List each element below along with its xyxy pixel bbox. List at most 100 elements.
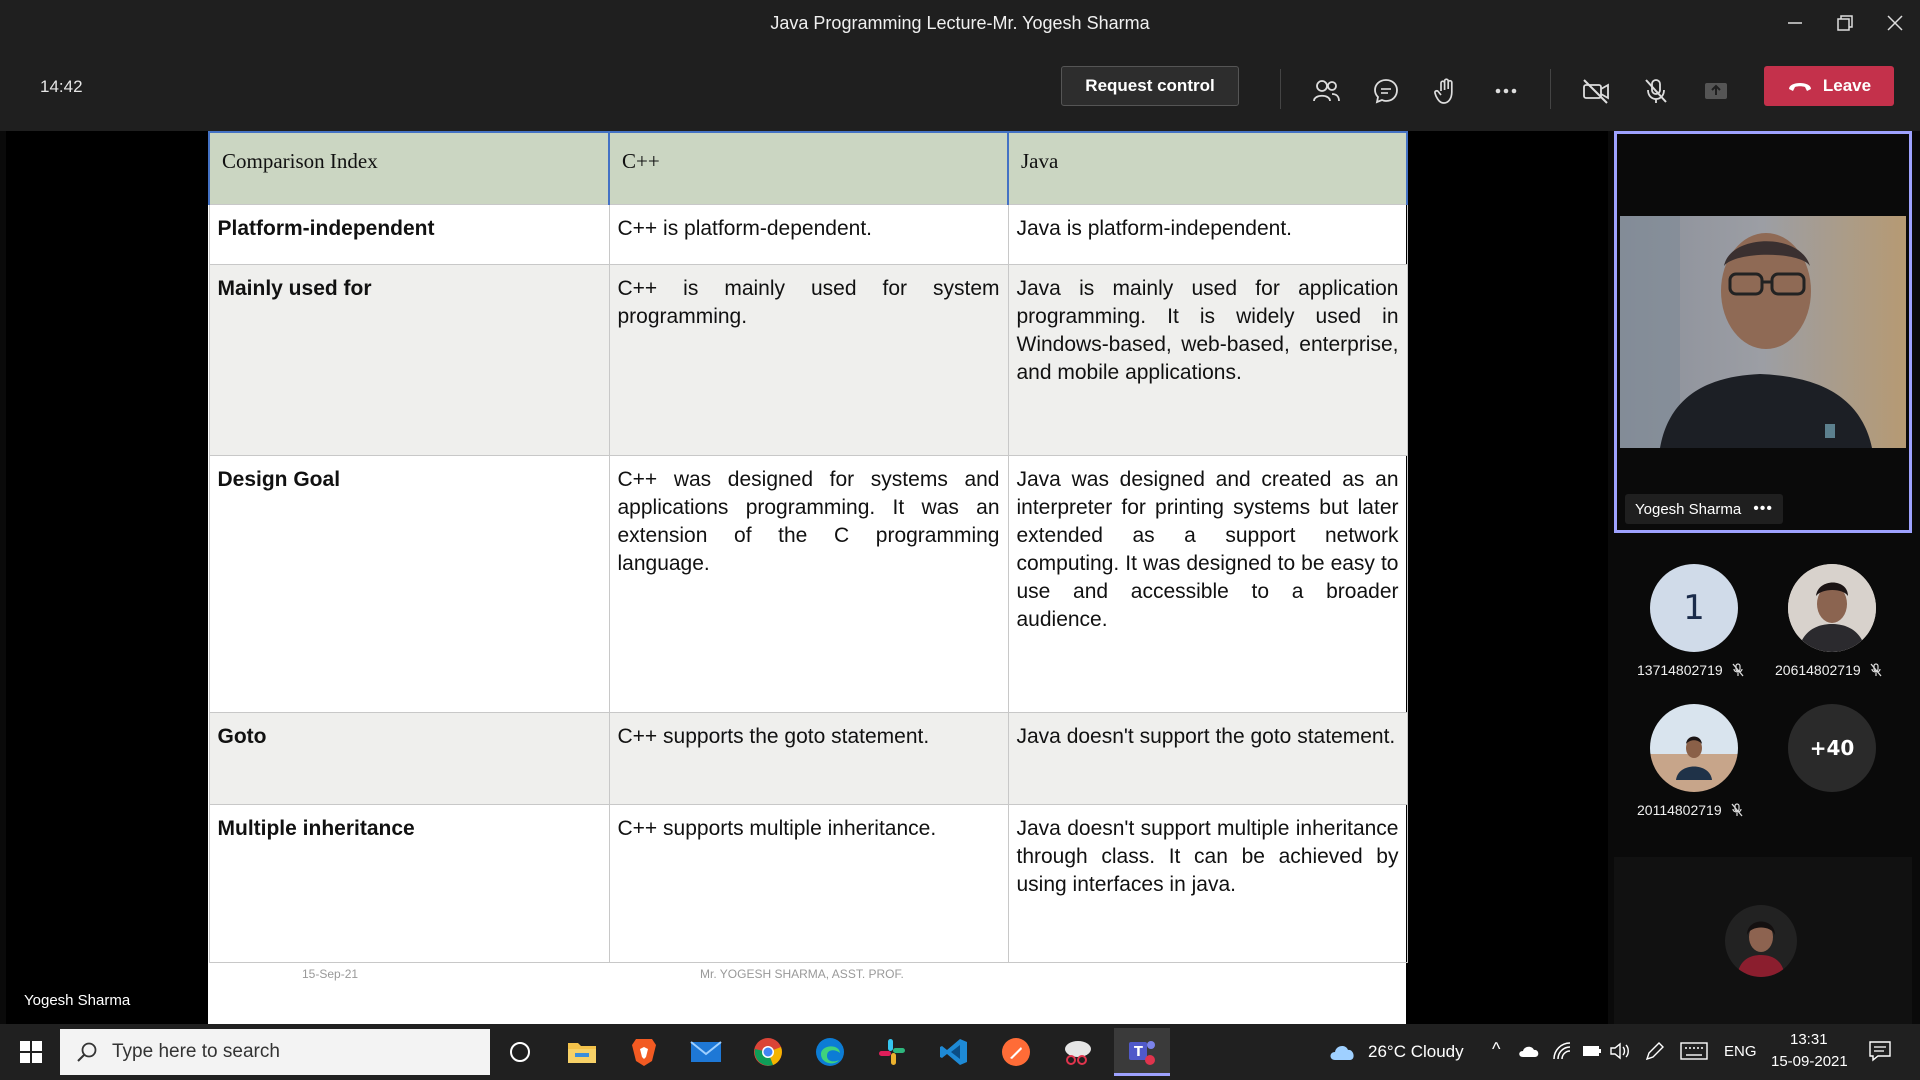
chrome-icon[interactable]	[742, 1028, 794, 1076]
meeting-timer: 14:42	[40, 77, 83, 96]
row-cpp-cell: C++ is mainly used for system programmin…	[608, 263, 1009, 456]
mic-off-icon[interactable]	[1636, 71, 1676, 111]
row-cpp-cell: C++ is platform-dependent.	[608, 203, 1009, 265]
taskbar-search-input[interactable]: Type here to search	[60, 1029, 490, 1075]
table-row: Multiple inheritance C++ supports multip…	[208, 803, 1408, 963]
more-participants-button[interactable]: +40	[1788, 704, 1876, 792]
vscode-icon[interactable]	[928, 1028, 980, 1076]
table-header-row: Comparison Index C++ Java	[208, 131, 1408, 205]
row-cpp-cell: C++ supports multiple inheritance.	[608, 803, 1009, 963]
table-row: Design Goal C++ was designed for systems…	[208, 454, 1408, 713]
language-indicator[interactable]: ENG	[1724, 1043, 1757, 1060]
meeting-toolbar: 14:42 Request control Leave	[0, 49, 1920, 131]
avatar-initial: 1	[1683, 588, 1705, 628]
clock-time[interactable]: 13:31	[1790, 1031, 1828, 1048]
participant-video	[1620, 216, 1906, 448]
leave-button[interactable]: Leave	[1764, 66, 1894, 106]
header-cpp: C++	[608, 131, 1009, 205]
close-icon[interactable]	[1875, 8, 1915, 38]
participant-avatar	[1725, 905, 1797, 977]
speaker-icon[interactable]	[1610, 1042, 1632, 1060]
table-row: Mainly used for C++ is mainly used for s…	[208, 263, 1408, 456]
task-view-icon[interactable]	[494, 1028, 546, 1076]
row-java-cell: Java was designed and created as an inte…	[1007, 454, 1408, 713]
table-row: Goto C++ supports the goto statement. Ja…	[208, 711, 1408, 805]
phone-hangup-icon	[1788, 83, 1811, 91]
title-bar: Java Programming Lecture-Mr. Yogesh Shar…	[0, 0, 1920, 49]
row-index-cell: Goto	[208, 711, 610, 805]
snipping-tool-icon[interactable]	[1052, 1028, 1104, 1076]
shared-slide: Comparison Index C++ Java Platform-indep…	[208, 131, 1408, 1024]
file-explorer-icon[interactable]	[556, 1028, 608, 1076]
battery-icon[interactable]	[1582, 1044, 1602, 1058]
participant-name: 13714802719	[1637, 662, 1745, 678]
row-java-cell: Java doesn't support the goto statement.	[1007, 711, 1408, 805]
participant-name-text: 20614802719	[1775, 662, 1861, 678]
participant-name-text: 13714802719	[1637, 662, 1723, 678]
more-icon[interactable]	[1486, 71, 1526, 111]
featured-participant-name: Yogesh Sharma	[1635, 500, 1742, 518]
wifi-icon[interactable]	[1552, 1041, 1572, 1061]
brave-icon[interactable]	[618, 1028, 670, 1076]
participant-name-text: 20114802719	[1637, 802, 1722, 818]
row-index-cell: Multiple inheritance	[208, 803, 610, 963]
more-participants-count: +40	[1809, 736, 1855, 760]
restore-icon[interactable]	[1825, 8, 1865, 38]
raise-hand-icon[interactable]	[1426, 71, 1466, 111]
teams-icon[interactable]: T	[1114, 1028, 1170, 1076]
more-icon[interactable]: •••	[1753, 500, 1773, 518]
participant-avatar[interactable]: 1	[1650, 564, 1738, 652]
slide-footer-author: Mr. YOGESH SHARMA, ASST. PROF.	[700, 967, 904, 981]
windows-start-icon[interactable]	[10, 1032, 52, 1072]
notifications-icon[interactable]	[1868, 1040, 1892, 1062]
onedrive-icon[interactable]	[1518, 1044, 1540, 1058]
pen-icon[interactable]	[1644, 1040, 1666, 1062]
row-cpp-cell: C++ supports the goto statement.	[608, 711, 1009, 805]
row-index-cell: Mainly used for	[208, 263, 610, 456]
mic-off-icon	[1731, 803, 1743, 817]
share-icon[interactable]	[1696, 71, 1736, 111]
row-cpp-cell: C++ was designed for systems and applica…	[608, 454, 1009, 713]
row-java-cell: Java doesn't support multiple inheritanc…	[1007, 803, 1408, 963]
participant-tile[interactable]	[1614, 857, 1912, 1024]
row-java-cell: Java is mainly used for application prog…	[1007, 263, 1408, 456]
mic-off-icon	[1870, 663, 1882, 677]
table-row: Platform-independent C++ is platform-dep…	[208, 203, 1408, 265]
search-placeholder: Type here to search	[112, 1041, 280, 1062]
weather-text[interactable]: 26°C Cloudy	[1368, 1042, 1464, 1062]
windows-taskbar: Type here to search T 26°C Cloudy ^ ENG …	[0, 1024, 1920, 1080]
request-control-button[interactable]: Request control	[1061, 66, 1239, 106]
header-java: Java	[1007, 131, 1408, 205]
weather-cloud-icon	[1330, 1046, 1354, 1060]
chat-icon[interactable]	[1366, 71, 1406, 111]
row-index-cell: Platform-independent	[208, 203, 610, 265]
mic-off-icon	[1732, 663, 1744, 677]
chevron-up-icon[interactable]: ^	[1492, 1039, 1500, 1060]
postman-icon[interactable]	[990, 1028, 1042, 1076]
header-comparison-index: Comparison Index	[208, 131, 610, 205]
minimize-icon[interactable]	[1775, 8, 1815, 38]
participant-avatar[interactable]	[1788, 564, 1876, 652]
window-title: Java Programming Lecture-Mr. Yogesh Shar…	[770, 13, 1150, 33]
featured-participant-label: Yogesh Sharma •••	[1625, 494, 1783, 524]
edge-icon[interactable]	[804, 1028, 856, 1076]
mail-icon[interactable]	[680, 1028, 732, 1076]
keyboard-icon[interactable]	[1680, 1042, 1708, 1060]
slide-footer-date: 15-Sep-21	[302, 967, 359, 981]
featured-participant-tile[interactable]: Yogesh Sharma •••	[1614, 131, 1912, 533]
leave-label: Leave	[1822, 76, 1872, 95]
slack-icon[interactable]	[866, 1028, 918, 1076]
participant-avatar[interactable]	[1650, 704, 1738, 792]
row-java-cell: Java is platform-independent.	[1007, 203, 1408, 265]
participant-name: 20114802719	[1637, 802, 1744, 818]
toolbar-divider	[1550, 69, 1551, 109]
slide-footer: 15-Sep-21 Mr. YOGESH SHARMA, ASST. PROF.	[208, 963, 1406, 1003]
presenter-name-label: Yogesh Sharma	[24, 992, 131, 1009]
camera-off-icon[interactable]	[1576, 71, 1616, 111]
participants-icon[interactable]	[1306, 71, 1346, 111]
clock-date[interactable]: 15-09-2021	[1771, 1053, 1848, 1070]
search-icon	[77, 1042, 97, 1062]
svg-text:T: T	[1134, 1045, 1143, 1060]
comparison-table: Comparison Index C++ Java Platform-indep…	[208, 131, 1408, 963]
row-index-cell: Design Goal	[208, 454, 610, 713]
